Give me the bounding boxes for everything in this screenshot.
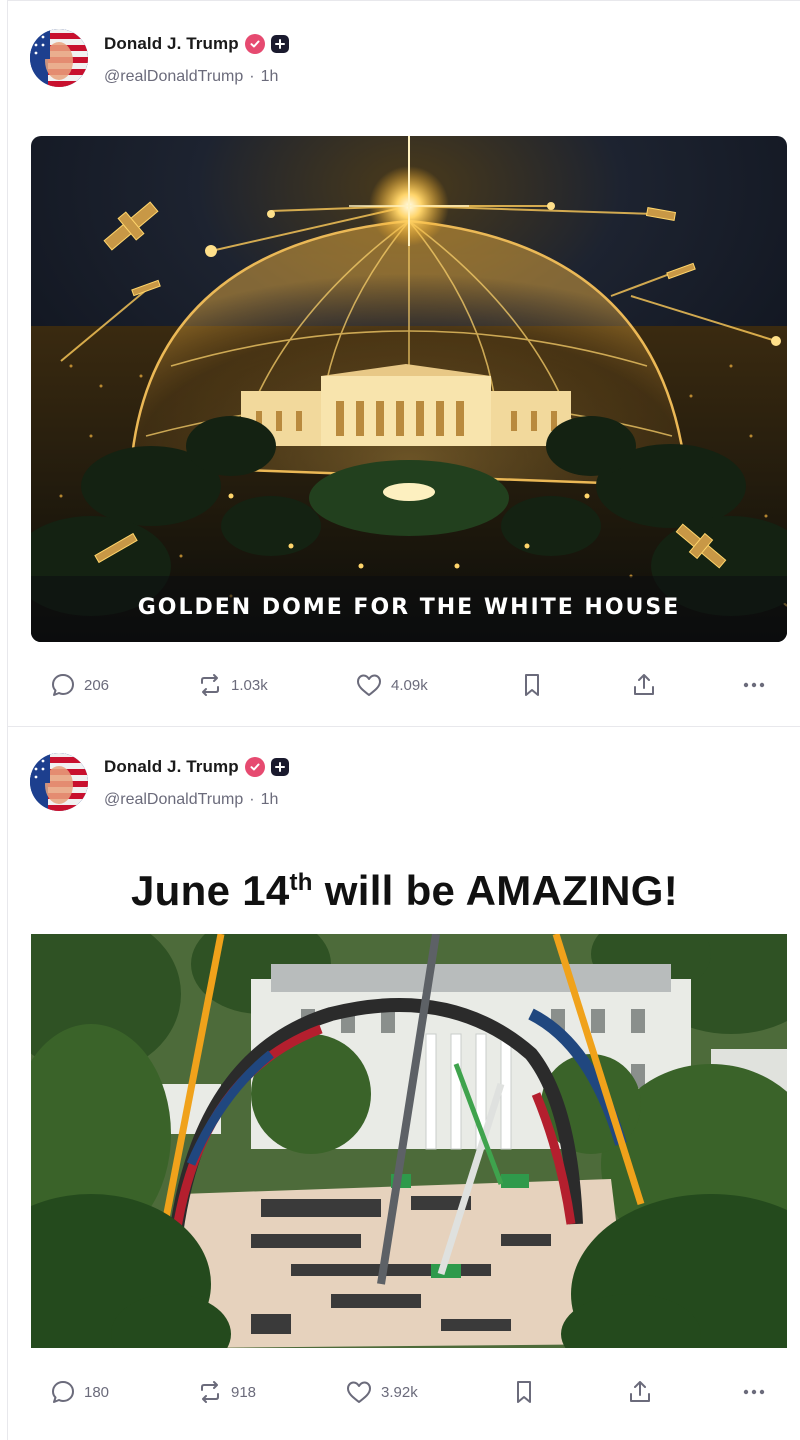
white-house-stage-image bbox=[31, 934, 787, 1348]
reply-button[interactable]: 206 bbox=[50, 670, 109, 700]
like-button[interactable]: 4.09k bbox=[355, 670, 428, 700]
reply-count: 180 bbox=[84, 1383, 110, 1401]
post-text: June 14th will be AMAZING! bbox=[8, 867, 800, 915]
bookmark-icon bbox=[525, 674, 539, 696]
plus-badge-icon bbox=[270, 35, 289, 53]
more-dots-icon bbox=[743, 682, 765, 688]
reply-count: 206 bbox=[84, 676, 110, 694]
repost-button[interactable]: 918 bbox=[197, 1377, 256, 1407]
speech-bubble-icon bbox=[52, 674, 74, 696]
post-time[interactable]: 1h bbox=[261, 68, 279, 86]
reply-button[interactable]: 180 bbox=[50, 1377, 109, 1407]
action-bar: 206 1.03k 4.09k bbox=[8, 670, 800, 700]
author-meta: @realDonaldTrump · 1h bbox=[104, 791, 278, 809]
more-dots-icon bbox=[743, 1389, 765, 1395]
separator-dot: · bbox=[249, 791, 255, 808]
like-count: 4.09k bbox=[391, 676, 428, 694]
post-time[interactable]: 1h bbox=[261, 791, 279, 809]
verified-badge-icon bbox=[244, 34, 265, 54]
avatar-image bbox=[30, 753, 88, 811]
heart-icon bbox=[347, 1381, 371, 1403]
repost-arrows-icon bbox=[201, 674, 219, 696]
heart-icon bbox=[357, 674, 381, 696]
avatar-image bbox=[30, 29, 88, 87]
bookmark-button[interactable] bbox=[521, 670, 543, 700]
post-image[interactable]: GOLDEN DOME FOR THE WHITE HOUSE bbox=[31, 136, 787, 642]
post-text-main: June 14 bbox=[131, 867, 290, 914]
verified-badge-icon bbox=[244, 757, 265, 777]
speech-bubble-icon bbox=[52, 1381, 74, 1403]
post-text-rest: will be AMAZING! bbox=[312, 867, 678, 914]
share-upload-icon bbox=[630, 1381, 650, 1402]
avatar[interactable] bbox=[30, 753, 88, 811]
more-button[interactable] bbox=[741, 1377, 767, 1407]
author-handle[interactable]: @realDonaldTrump bbox=[104, 68, 243, 86]
share-upload-icon bbox=[634, 674, 654, 695]
author-name[interactable]: Donald J. Trump bbox=[104, 34, 239, 54]
post-image[interactable] bbox=[31, 934, 787, 1348]
action-bar: 180 918 3.92k bbox=[8, 1377, 800, 1407]
avatar[interactable] bbox=[30, 29, 88, 87]
author-handle[interactable]: @realDonaldTrump bbox=[104, 791, 243, 809]
post-text-suffix: th bbox=[289, 869, 313, 896]
share-button[interactable] bbox=[631, 670, 657, 700]
post: Donald J. Trump @realDonaldTrump · 1h Ju… bbox=[8, 727, 800, 1440]
feed: Donald J. Trump @realDonaldTrump · 1h GO… bbox=[7, 0, 800, 1440]
like-button[interactable]: 3.92k bbox=[345, 1377, 418, 1407]
image-caption: GOLDEN DOME FOR THE WHITE HOUSE bbox=[138, 595, 681, 620]
author-row: Donald J. Trump bbox=[104, 757, 289, 777]
repost-count: 1.03k bbox=[231, 676, 268, 694]
share-button[interactable] bbox=[627, 1377, 653, 1407]
golden-dome-image: GOLDEN DOME FOR THE WHITE HOUSE bbox=[31, 136, 787, 642]
author-row: Donald J. Trump bbox=[104, 34, 289, 54]
bookmark-icon bbox=[517, 1381, 531, 1403]
separator-dot: · bbox=[249, 68, 255, 85]
plus-badge-icon bbox=[270, 758, 289, 776]
author-meta: @realDonaldTrump · 1h bbox=[104, 68, 278, 86]
like-count: 3.92k bbox=[381, 1383, 418, 1401]
post: Donald J. Trump @realDonaldTrump · 1h GO… bbox=[8, 0, 800, 727]
bookmark-button[interactable] bbox=[513, 1377, 535, 1407]
repost-arrows-icon bbox=[201, 1381, 219, 1403]
repost-button[interactable]: 1.03k bbox=[197, 670, 268, 700]
repost-count: 918 bbox=[231, 1383, 257, 1401]
author-name[interactable]: Donald J. Trump bbox=[104, 757, 239, 777]
more-button[interactable] bbox=[741, 670, 767, 700]
